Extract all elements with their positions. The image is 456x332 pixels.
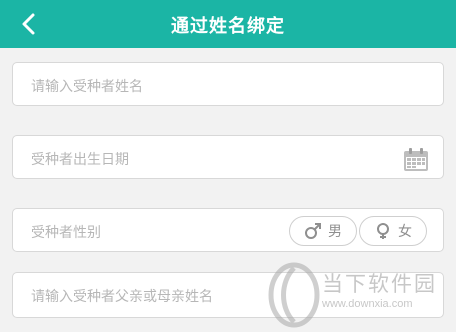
birth-date-placeholder: 受种者出生日期 — [31, 152, 129, 168]
gender-field: 受种者性别 男 女 — [12, 208, 444, 252]
gender-female-button[interactable]: 女 — [359, 216, 427, 246]
gender-female-label: 女 — [398, 224, 412, 240]
gender-label: 受种者性别 — [31, 225, 101, 241]
gender-male-label: 男 — [328, 224, 342, 240]
name-input-placeholder: 请输入受种者姓名 — [31, 79, 143, 95]
parent-name-input[interactable]: 请输入受种者父亲或母亲姓名 — [12, 272, 444, 318]
calendar-icon[interactable] — [403, 148, 429, 172]
parent-name-placeholder: 请输入受种者父亲或母亲姓名 — [31, 289, 213, 305]
page-title: 通过姓名绑定 — [171, 16, 285, 37]
female-icon — [377, 223, 389, 239]
name-input[interactable]: 请输入受种者姓名 — [12, 62, 444, 106]
top-bar: 通过姓名绑定 — [0, 0, 456, 48]
gender-male-button[interactable]: 男 — [289, 216, 357, 246]
birth-date-picker[interactable]: 受种者出生日期 — [12, 135, 444, 179]
male-icon — [305, 223, 321, 239]
